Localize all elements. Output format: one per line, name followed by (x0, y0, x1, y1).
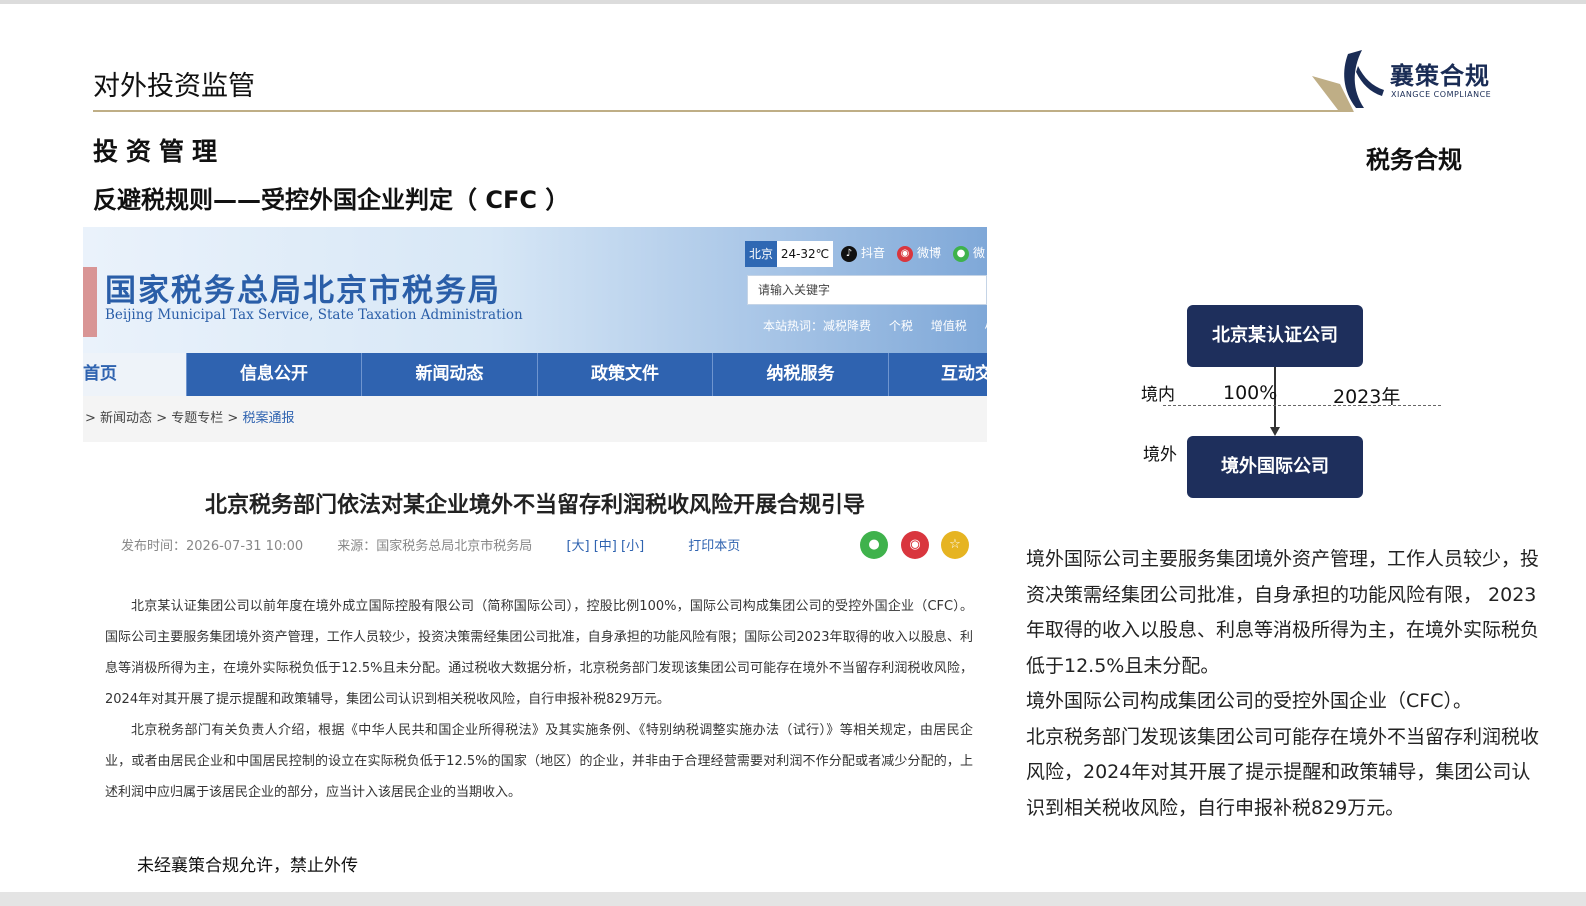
article-body: 北京某认证集团公司以前年度在境外成立国际控股有限公司（简称国际公司），控股比例1… (105, 591, 973, 800)
year-label: 2023年 (1333, 386, 1401, 408)
logo-name-cn: 襄策合规 (1390, 62, 1490, 90)
footer-note: 未经襄策合规允许，禁止外传 (137, 856, 358, 876)
publish-time: 发布时间：2026-07-31 10:00 (121, 539, 304, 554)
summary-paragraph: 境外国际公司构成集团公司的受控外国企业（CFC）。 (1026, 690, 1472, 712)
share-weibo-icon[interactable]: ◉ (901, 531, 929, 559)
site-search-input[interactable]: 请输入关键字 (747, 275, 987, 305)
breadcrumb-news[interactable]: 新闻动态 (100, 411, 152, 426)
article-paragraph: 北京税务部门有关负责人介绍，根据《中华人民共和国企业所得税法》及其实施条例、《特… (105, 723, 973, 800)
title-divider (93, 110, 1353, 112)
ownership-percentage: 100% (1223, 382, 1278, 404)
wechat-link[interactable]: ● 微 (953, 244, 985, 262)
print-link[interactable]: 打印本页 (688, 539, 740, 554)
hot-word[interactable]: 小微 (985, 319, 987, 333)
share-wechat-icon[interactable]: ● (860, 531, 888, 559)
arrow-head-icon (1270, 427, 1280, 436)
article-meta: 发布时间：2026-07-31 10:00 来源：国家税务总局北京市税务局 [大… (121, 535, 740, 554)
breadcrumb-current[interactable]: 税案通报 (242, 411, 294, 426)
article-title: 北京税务部门依法对某企业境外不当留存利润税收风险开展合规引导 (204, 493, 865, 518)
top-border (0, 0, 1586, 4)
logo-name-en: XIANGCE COMPLIANCE (1391, 90, 1492, 99)
tax-bureau-article-screenshot: 国家税务总局北京市税务局 Beijing Municipal Tax Servi… (83, 227, 987, 800)
site-name-en: Beijing Municipal Tax Service, State Tax… (105, 307, 523, 323)
bottom-border (0, 892, 1586, 906)
section-heading: 投资管理 (93, 137, 226, 166)
nav-info-disclosure[interactable]: 信息公开 (187, 353, 362, 396)
hot-word[interactable]: 增值税 (931, 319, 967, 333)
abroad-label: 境外 (1143, 445, 1177, 465)
douyin-link[interactable]: ♪ 抖音 (841, 244, 885, 262)
weather-temp: 24-32℃ (777, 241, 833, 267)
weibo-link[interactable]: ◉ 微博 (897, 244, 941, 262)
article-paragraph: 北京某认证集团公司以前年度在境外成立国际控股有限公司（简称国际公司），控股比例1… (105, 599, 973, 707)
subsidiary-company-box: 境外国际公司 (1187, 436, 1363, 498)
page-title: 对外投资监管 (93, 71, 255, 102)
article-source: 来源：国家税务总局北京市税务局 (337, 539, 533, 554)
subsection-heading: 反避税规则——受控外国企业判定（ CFC ） (93, 186, 570, 214)
nav-home[interactable]: 首页 (83, 353, 187, 396)
hot-word[interactable]: 个税 (889, 319, 913, 333)
hot-word[interactable]: 减税降费 (823, 319, 871, 333)
nav-policy[interactable]: 政策文件 (538, 353, 713, 396)
case-summary: 境外国际公司主要服务集团境外资产管理，工作人员较少，投资决策需经集团公司批准，自… (1026, 542, 1546, 826)
domestic-label: 境内 (1141, 385, 1175, 405)
share-favorite-icon[interactable]: ☆ (941, 531, 969, 559)
font-size-switch[interactable]: [大] [中] [小] (566, 539, 644, 554)
nav-interaction[interactable]: 互动交 (889, 353, 987, 396)
douyin-icon: ♪ (841, 245, 857, 262)
hot-words-list: 减税降费 个税 增值税 小微 (823, 317, 987, 334)
summary-paragraph: 境外国际公司主要服务集团境外资产管理，工作人员较少，投资决策需经集团公司批准，自… (1026, 548, 1540, 677)
breadcrumb: > 新闻动态 > 专题专栏 > 税案通报 (83, 396, 987, 442)
breadcrumb-topics[interactable]: 专题专栏 (171, 411, 223, 426)
hot-words-label: 本站热词： (763, 319, 824, 333)
nav-tax-service[interactable]: 纳税服务 (713, 353, 889, 396)
weibo-icon: ◉ (897, 245, 913, 262)
weather-city: 北京 (745, 241, 777, 267)
site-name: 国家税务总局北京市税务局 (105, 273, 501, 309)
category-tag: 税务合规 (1366, 146, 1462, 174)
nav-news[interactable]: 新闻动态 (362, 353, 538, 396)
wechat-icon: ● (953, 245, 969, 262)
parent-company-box: 北京某认证公司 (1187, 305, 1363, 367)
summary-paragraph: 北京税务部门发现该集团公司可能存在境外不当留存利润税收风险，2024年对其开展了… (1026, 725, 1540, 819)
emblem-icon (83, 267, 97, 337)
